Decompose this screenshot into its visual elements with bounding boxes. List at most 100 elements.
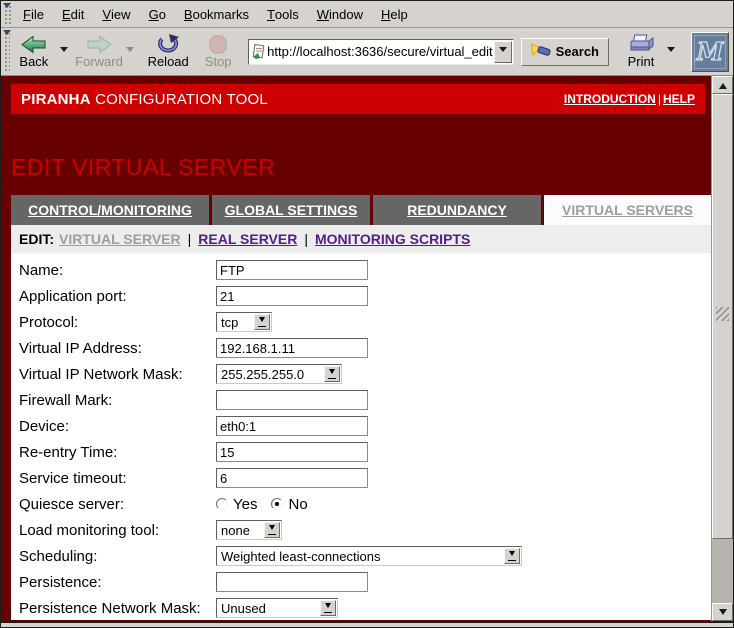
form-row: Firewall Mark:: [11, 387, 711, 413]
persistence-netmask-value: Unused: [221, 601, 266, 616]
scrollbar-thumb[interactable]: [712, 94, 733, 539]
quiesce-server-label: Quiesce server:: [19, 496, 216, 513]
menu-view[interactable]: View: [93, 1, 139, 27]
tab-control-monitoring[interactable]: CONTROL/MONITORING: [11, 195, 209, 225]
url-text[interactable]: http://localhost:3636/secure/virtual_edi…: [267, 44, 492, 59]
scheduling-select-arrow-button[interactable]: [504, 548, 520, 564]
introduction-link[interactable]: INTRODUCTION: [564, 92, 656, 106]
protocol-select-arrow-button[interactable]: [254, 314, 270, 330]
vip-netmask-select-arrow-button[interactable]: [324, 366, 340, 382]
menu-window[interactable]: Window: [308, 1, 372, 27]
scrollbar-down-button[interactable]: [712, 603, 733, 621]
load-monitoring-tool-select[interactable]: none: [216, 520, 282, 540]
name-input[interactable]: [216, 260, 368, 280]
tab-global-settings[interactable]: GLOBAL SETTINGS: [212, 195, 370, 225]
form-row: Name:: [11, 257, 711, 283]
header-links: INTRODUCTION|HELP: [564, 92, 695, 106]
print-label: Print: [628, 54, 655, 69]
print-dropdown-arrow[interactable]: [667, 47, 675, 56]
mozilla-logo-button[interactable]: M: [691, 32, 729, 72]
page-viewport: PIRANHA CONFIGURATION TOOL INTRODUCTION|…: [1, 76, 711, 621]
quiesce-yes-radio[interactable]: [216, 498, 228, 510]
url-bar[interactable]: http://localhost:3636/secure/virtual_edi…: [248, 39, 513, 65]
main-tabs: CONTROL/MONITORING GLOBAL SETTINGS REDUN…: [11, 195, 711, 225]
form-row: Re-entry Time:: [11, 439, 711, 465]
toolbar-grip-handle[interactable]: [3, 30, 10, 73]
subnav-monitoring-scripts-link[interactable]: MONITORING SCRIPTS: [315, 231, 470, 247]
stop-button[interactable]: Stop: [196, 30, 240, 74]
forward-dropdown-arrow[interactable]: [126, 47, 134, 56]
help-link[interactable]: HELP: [663, 92, 695, 106]
reload-label: Reload: [148, 54, 189, 69]
back-label: Back: [19, 54, 48, 69]
browser-window: File Edit View Go Bookmarks Tools Window…: [0, 0, 734, 628]
persistence-input[interactable]: [216, 572, 368, 592]
application-port-input[interactable]: [216, 286, 368, 306]
form-row: Quiesce server: Yes No: [11, 491, 711, 517]
name-label: Name:: [19, 262, 216, 279]
piranha-header-bar: PIRANHA CONFIGURATION TOOL INTRODUCTION|…: [11, 84, 705, 114]
service-timeout-label: Service timeout:: [19, 470, 216, 487]
header-link-separator: |: [656, 92, 663, 106]
subnav-virtual-server: VIRTUAL SERVER: [59, 231, 181, 247]
virtual-ip-input[interactable]: [216, 338, 368, 358]
load-monitoring-tool-label: Load monitoring tool:: [19, 522, 216, 539]
protocol-select[interactable]: tcp: [216, 312, 272, 332]
reload-button[interactable]: Reload: [146, 30, 190, 74]
back-dropdown-arrow[interactable]: [60, 47, 68, 56]
down-arrow-icon: [719, 609, 727, 619]
stop-icon: [209, 34, 227, 54]
back-icon: [21, 34, 47, 54]
up-arrow-icon: [719, 79, 727, 89]
device-input[interactable]: [216, 416, 368, 436]
forward-icon: [86, 34, 112, 54]
service-timeout-input[interactable]: [216, 468, 368, 488]
scheduling-select[interactable]: Weighted least-connections: [216, 546, 522, 566]
scrollbar-up-button[interactable]: [712, 76, 733, 94]
persistence-netmask-select-arrow-button[interactable]: [320, 600, 336, 616]
forward-button[interactable]: Forward: [76, 30, 122, 74]
quiesce-no-label: No: [288, 496, 307, 513]
scrollbar-trough[interactable]: [712, 539, 733, 603]
search-button[interactable]: Search: [521, 38, 609, 66]
vip-netmask-select[interactable]: 255.255.255.0: [216, 364, 342, 384]
edit-prefix: EDIT:: [19, 231, 54, 247]
menubar-grip-handle[interactable]: [3, 3, 12, 25]
quiesce-no-radio[interactable]: [271, 498, 283, 510]
firewall-mark-input[interactable]: [216, 390, 368, 410]
load-tool-select-arrow-button[interactable]: [264, 522, 280, 538]
print-button[interactable]: Print: [619, 30, 663, 74]
vip-netmask-label: Virtual IP Network Mask:: [19, 366, 216, 383]
url-history-dropdown[interactable]: [494, 41, 512, 63]
reload-icon: [157, 34, 179, 54]
menu-help[interactable]: Help: [372, 1, 417, 27]
back-button[interactable]: Back: [12, 30, 56, 74]
menu-edit[interactable]: Edit: [53, 1, 93, 27]
form-row: Virtual IP Network Mask: 255.255.255.0: [11, 361, 711, 387]
virtual-ip-label: Virtual IP Address:: [19, 340, 216, 357]
menu-tools[interactable]: Tools: [258, 1, 308, 27]
menu-bookmarks[interactable]: Bookmarks: [175, 1, 258, 27]
menu-items: File Edit View Go Bookmarks Tools Window…: [14, 1, 417, 27]
bookmark-page-icon: [249, 44, 267, 59]
tab-redundancy[interactable]: REDUNDANCY: [373, 195, 541, 225]
reentry-time-label: Re-entry Time:: [19, 444, 216, 461]
form-row: Load monitoring tool: none: [11, 517, 711, 543]
window-bottom-edge: [1, 621, 733, 627]
brand-rest: CONFIGURATION TOOL: [95, 91, 268, 108]
reentry-time-input[interactable]: [216, 442, 368, 462]
navigation-toolbar: Back Forward Reload: [1, 28, 733, 76]
device-label: Device:: [19, 418, 216, 435]
subnav-separator-2: |: [297, 231, 315, 247]
persistence-netmask-select[interactable]: Unused: [216, 598, 338, 618]
form-row: Protocol: tcp: [11, 309, 711, 335]
form-row: Application port:: [11, 283, 711, 309]
subnav-real-server-link[interactable]: REAL SERVER: [198, 231, 297, 247]
menu-go[interactable]: Go: [140, 1, 175, 27]
virtual-server-form: Name: Application port: Protocol: tcp Vi…: [11, 253, 711, 620]
quiesce-yes-label: Yes: [233, 496, 257, 513]
scrollbar-grip-icon: [716, 307, 729, 321]
tab-virtual-servers[interactable]: VIRTUAL SERVERS: [544, 195, 711, 225]
menu-file[interactable]: File: [14, 1, 53, 27]
printer-icon: [628, 34, 654, 54]
